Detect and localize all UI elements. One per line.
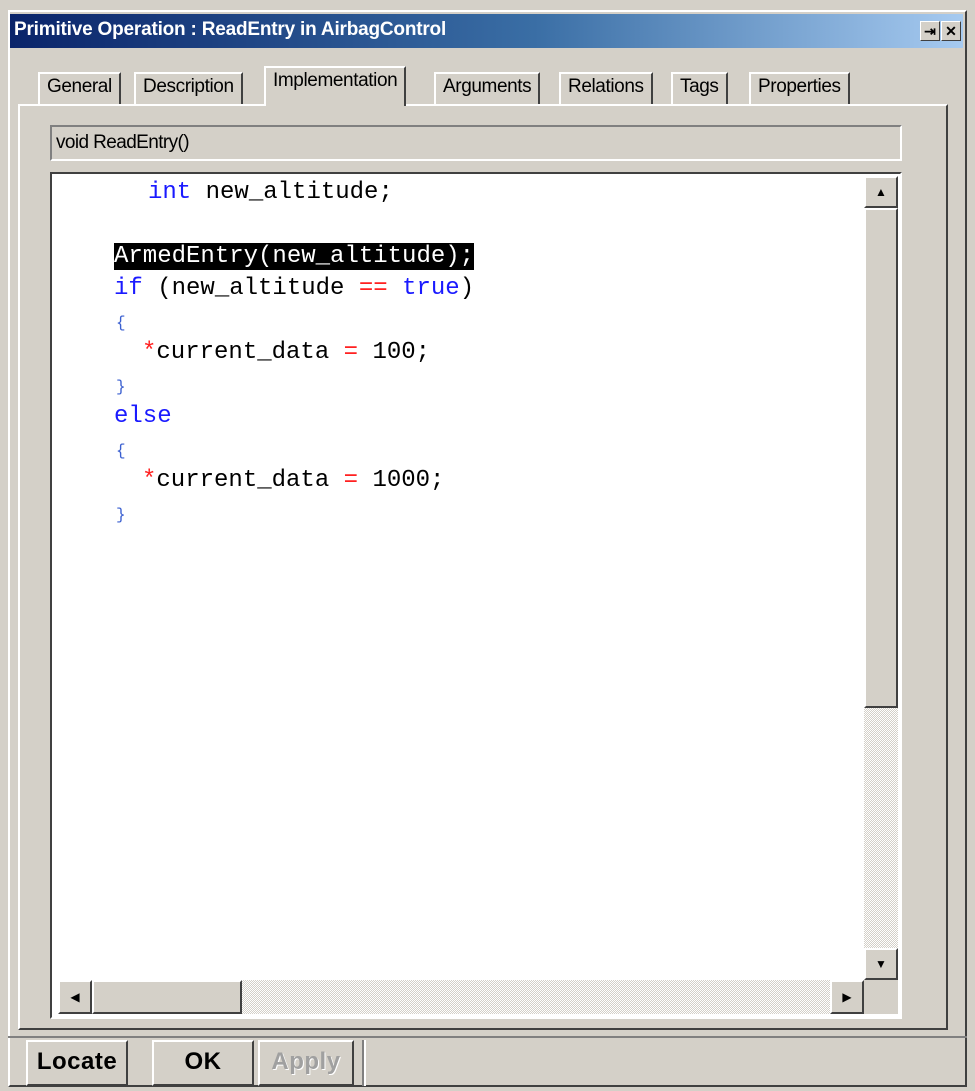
code-line-3: if (new_altitude == true)	[114, 275, 475, 302]
horizontal-scrollbar[interactable]: ◀ ▶	[58, 980, 864, 1014]
code-line-8: {	[116, 442, 126, 460]
close-icon[interactable]: ✕	[941, 21, 961, 41]
code-line-5: *current_data = 100;	[142, 339, 431, 366]
title-bar[interactable]: Primitive Operation : ReadEntry in Airba…	[10, 14, 963, 48]
tab-general[interactable]: General	[38, 72, 121, 104]
tab-implementation[interactable]: Implementation	[264, 66, 407, 106]
scroll-up-icon[interactable]: ▲	[864, 176, 898, 208]
code-text[interactable]: int new_altitude; ArmedEntry(new_altitud…	[52, 174, 862, 974]
code-line-7: else	[114, 403, 172, 430]
code-editor[interactable]: int new_altitude; ArmedEntry(new_altitud…	[50, 172, 902, 1019]
code-line-4: {	[116, 314, 126, 332]
code-line-9: *current_data = 1000;	[142, 467, 445, 494]
operation-signature: void ReadEntry()	[50, 125, 902, 161]
button-separator	[362, 1040, 366, 1086]
apply-button[interactable]: Apply	[258, 1040, 354, 1086]
tab-description[interactable]: Description	[134, 72, 243, 104]
vertical-scrollbar[interactable]: ▲ ▼	[864, 176, 898, 990]
scrollbar-corner	[864, 980, 898, 1014]
locate-button[interactable]: Locate	[26, 1040, 128, 1086]
tab-tags[interactable]: Tags	[671, 72, 728, 104]
selected-text: ArmedEntry(new_altitude);	[114, 243, 475, 270]
tab-arguments[interactable]: Arguments	[434, 72, 541, 104]
code-line-6: }	[116, 378, 126, 396]
scroll-down-icon[interactable]: ▼	[864, 948, 898, 980]
code-line-1: int new_altitude;	[148, 179, 393, 206]
tab-relations[interactable]: Relations	[559, 72, 653, 104]
code-line-10: }	[116, 506, 126, 524]
tab-properties[interactable]: Properties	[749, 72, 850, 104]
scroll-left-icon[interactable]: ◀	[58, 980, 92, 1014]
vertical-scroll-thumb[interactable]	[864, 208, 898, 708]
code-line-2: ArmedEntry(new_altitude);	[114, 242, 475, 272]
window-title: Primitive Operation : ReadEntry in Airba…	[14, 19, 447, 40]
pin-icon[interactable]: ⇥	[920, 21, 940, 41]
scroll-right-icon[interactable]: ▶	[830, 980, 864, 1014]
horizontal-scroll-thumb[interactable]	[92, 980, 242, 1014]
ok-button[interactable]: OK	[152, 1040, 254, 1086]
